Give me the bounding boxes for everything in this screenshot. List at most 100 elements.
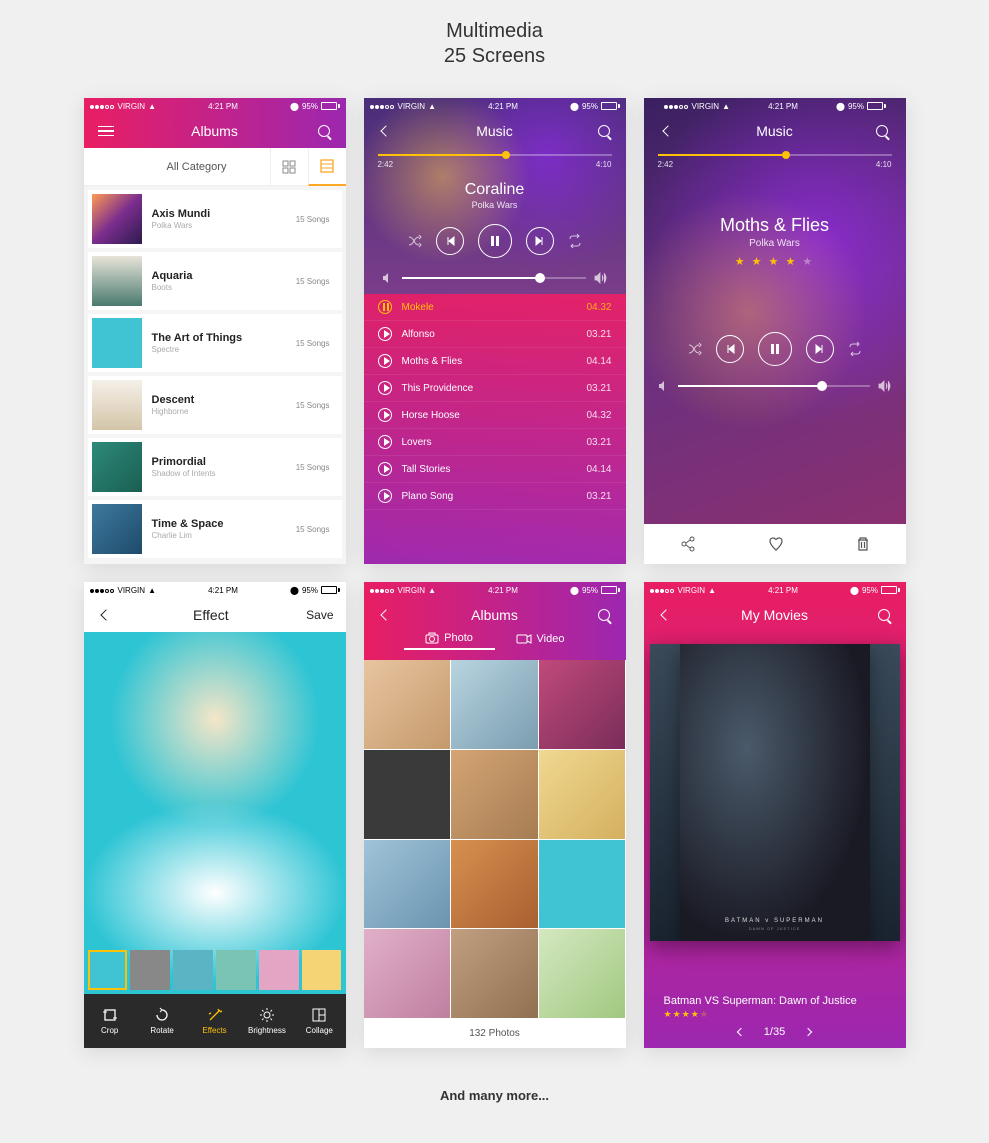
shuffle-button[interactable]	[408, 234, 422, 248]
track-row[interactable]: Alfonso 03.21	[364, 321, 626, 348]
repeat-button[interactable]	[848, 342, 862, 356]
album-row[interactable]: Time & Space Charlie Lim 15 Songs	[88, 500, 342, 558]
album-row[interactable]: The Art of Things Spectre 15 Songs	[88, 314, 342, 372]
back-button[interactable]	[96, 611, 116, 619]
search-button[interactable]	[594, 609, 614, 621]
play-icon	[378, 354, 392, 368]
tool-brightness[interactable]: Brightness	[241, 994, 293, 1048]
tool-effects[interactable]: Effects	[188, 994, 240, 1048]
track-name: This Providence	[402, 383, 587, 394]
save-button[interactable]: Save	[306, 608, 333, 622]
shuffle-button[interactable]	[688, 342, 702, 356]
movie-card-prev[interactable]	[650, 644, 680, 941]
delete-button[interactable]	[856, 536, 870, 552]
carrier-label: VIRGIN	[398, 586, 426, 595]
status-bar: VIRGIN▲ 4:21 PM ⬤95%	[84, 582, 346, 598]
next-button[interactable]	[806, 335, 834, 363]
prev-button[interactable]	[716, 335, 744, 363]
bluetooth-icon: ⬤	[836, 102, 845, 111]
search-button[interactable]	[314, 125, 334, 137]
photo-thumbnail[interactable]	[364, 929, 451, 1018]
photo-thumbnail[interactable]	[539, 929, 626, 1018]
album-list[interactable]: Axis Mundi Polka Wars 15 Songs Aquaria B…	[84, 186, 346, 564]
track-row[interactable]: Lovers 03.21	[364, 429, 626, 456]
rating-stars[interactable]: ★ ★ ★ ★ ★	[658, 255, 892, 268]
pause-button[interactable]	[478, 224, 512, 258]
back-button[interactable]	[658, 127, 678, 135]
track-row[interactable]: Mokele 04.32	[364, 294, 626, 321]
photo-thumbnail[interactable]	[364, 660, 451, 749]
photo-thumbnail[interactable]	[539, 840, 626, 929]
movie-carousel[interactable]: BATMAN v SUPERMAN DAWN OF JUSTICE	[644, 632, 906, 991]
tab-photo[interactable]: Photo	[404, 632, 495, 650]
filter-swatch[interactable]	[173, 950, 213, 990]
bluetooth-icon: ⬤	[290, 102, 299, 111]
search-button[interactable]	[874, 609, 894, 621]
next-button[interactable]	[526, 227, 554, 255]
filter-swatch[interactable]	[130, 950, 170, 990]
back-button[interactable]	[376, 127, 396, 135]
playback-controls	[364, 216, 626, 266]
back-button[interactable]	[376, 611, 396, 619]
back-button[interactable]	[656, 611, 676, 619]
track-name: Tall Stories	[402, 464, 587, 475]
track-row[interactable]: Plano Song 03.21	[364, 483, 626, 510]
tool-rotate[interactable]: Rotate	[136, 994, 188, 1048]
tab-video[interactable]: Video	[495, 632, 586, 650]
favorite-button[interactable]	[768, 536, 784, 552]
play-icon	[378, 462, 392, 476]
photo-thumbnail[interactable]	[539, 750, 626, 839]
movie-card-current[interactable]: BATMAN v SUPERMAN DAWN OF JUSTICE	[680, 644, 870, 941]
album-row[interactable]: Primordial Shadow of Intents 15 Songs	[88, 438, 342, 496]
prev-button[interactable]	[436, 227, 464, 255]
search-button[interactable]	[872, 125, 892, 137]
next-movie-button[interactable]	[805, 1029, 811, 1035]
play-icon	[378, 381, 392, 395]
battery-label: 95%	[302, 586, 318, 595]
filter-swatch[interactable]	[88, 950, 128, 990]
album-row[interactable]: Aquaria Boots 15 Songs	[88, 252, 342, 310]
menu-button[interactable]	[96, 126, 116, 137]
pause-button[interactable]	[758, 332, 792, 366]
track-row[interactable]: Horse Hoose 04.32	[364, 402, 626, 429]
track-name: Plano Song	[402, 491, 587, 502]
list-view-button[interactable]	[308, 148, 346, 186]
brightness-icon	[259, 1007, 275, 1023]
photo-grid[interactable]	[364, 660, 626, 1018]
album-row[interactable]: Descent Highborne 15 Songs	[88, 376, 342, 434]
album-row[interactable]: Axis Mundi Polka Wars 15 Songs	[88, 190, 342, 248]
song-title: Coraline	[364, 181, 626, 199]
wifi-icon: ▲	[428, 586, 436, 595]
photo-thumbnail[interactable]	[364, 840, 451, 929]
prev-movie-button[interactable]	[738, 1029, 744, 1035]
photo-thumbnail[interactable]	[451, 929, 538, 1018]
track-row[interactable]: This Providence 03.21	[364, 375, 626, 402]
filter-swatch[interactable]	[259, 950, 299, 990]
volume-slider[interactable]	[658, 374, 892, 406]
photo-thumbnail[interactable]	[451, 660, 538, 749]
grid-view-button[interactable]	[270, 148, 308, 186]
share-button[interactable]	[680, 536, 696, 552]
track-list[interactable]: Mokele 04.32 Alfonso 03.21 Moths & Flies…	[364, 294, 626, 564]
tool-crop[interactable]: Crop	[84, 994, 136, 1048]
repeat-button[interactable]	[568, 234, 582, 248]
playback-timeline[interactable]: 2:424:10	[658, 148, 892, 171]
search-button[interactable]	[594, 125, 614, 137]
filter-swatch[interactable]	[216, 950, 256, 990]
photo-thumbnail[interactable]	[451, 840, 538, 929]
photo-thumbnail[interactable]	[364, 750, 451, 839]
track-row[interactable]: Moths & Flies 04.14	[364, 348, 626, 375]
movie-card-next[interactable]	[870, 644, 900, 941]
nav-title: Albums	[471, 607, 518, 623]
filter-swatch[interactable]	[302, 950, 342, 990]
playback-timeline[interactable]: 2:424:10	[364, 148, 626, 171]
tool-collage[interactable]: Collage	[293, 994, 345, 1048]
photo-thumbnail[interactable]	[539, 660, 626, 749]
time-elapsed: 2:42	[378, 160, 394, 169]
volume-slider[interactable]	[364, 266, 626, 294]
play-icon	[378, 435, 392, 449]
category-dropdown[interactable]: All Category	[84, 161, 270, 173]
photo-preview[interactable]	[84, 632, 346, 994]
photo-thumbnail[interactable]	[451, 750, 538, 839]
track-row[interactable]: Tall Stories 04.14	[364, 456, 626, 483]
